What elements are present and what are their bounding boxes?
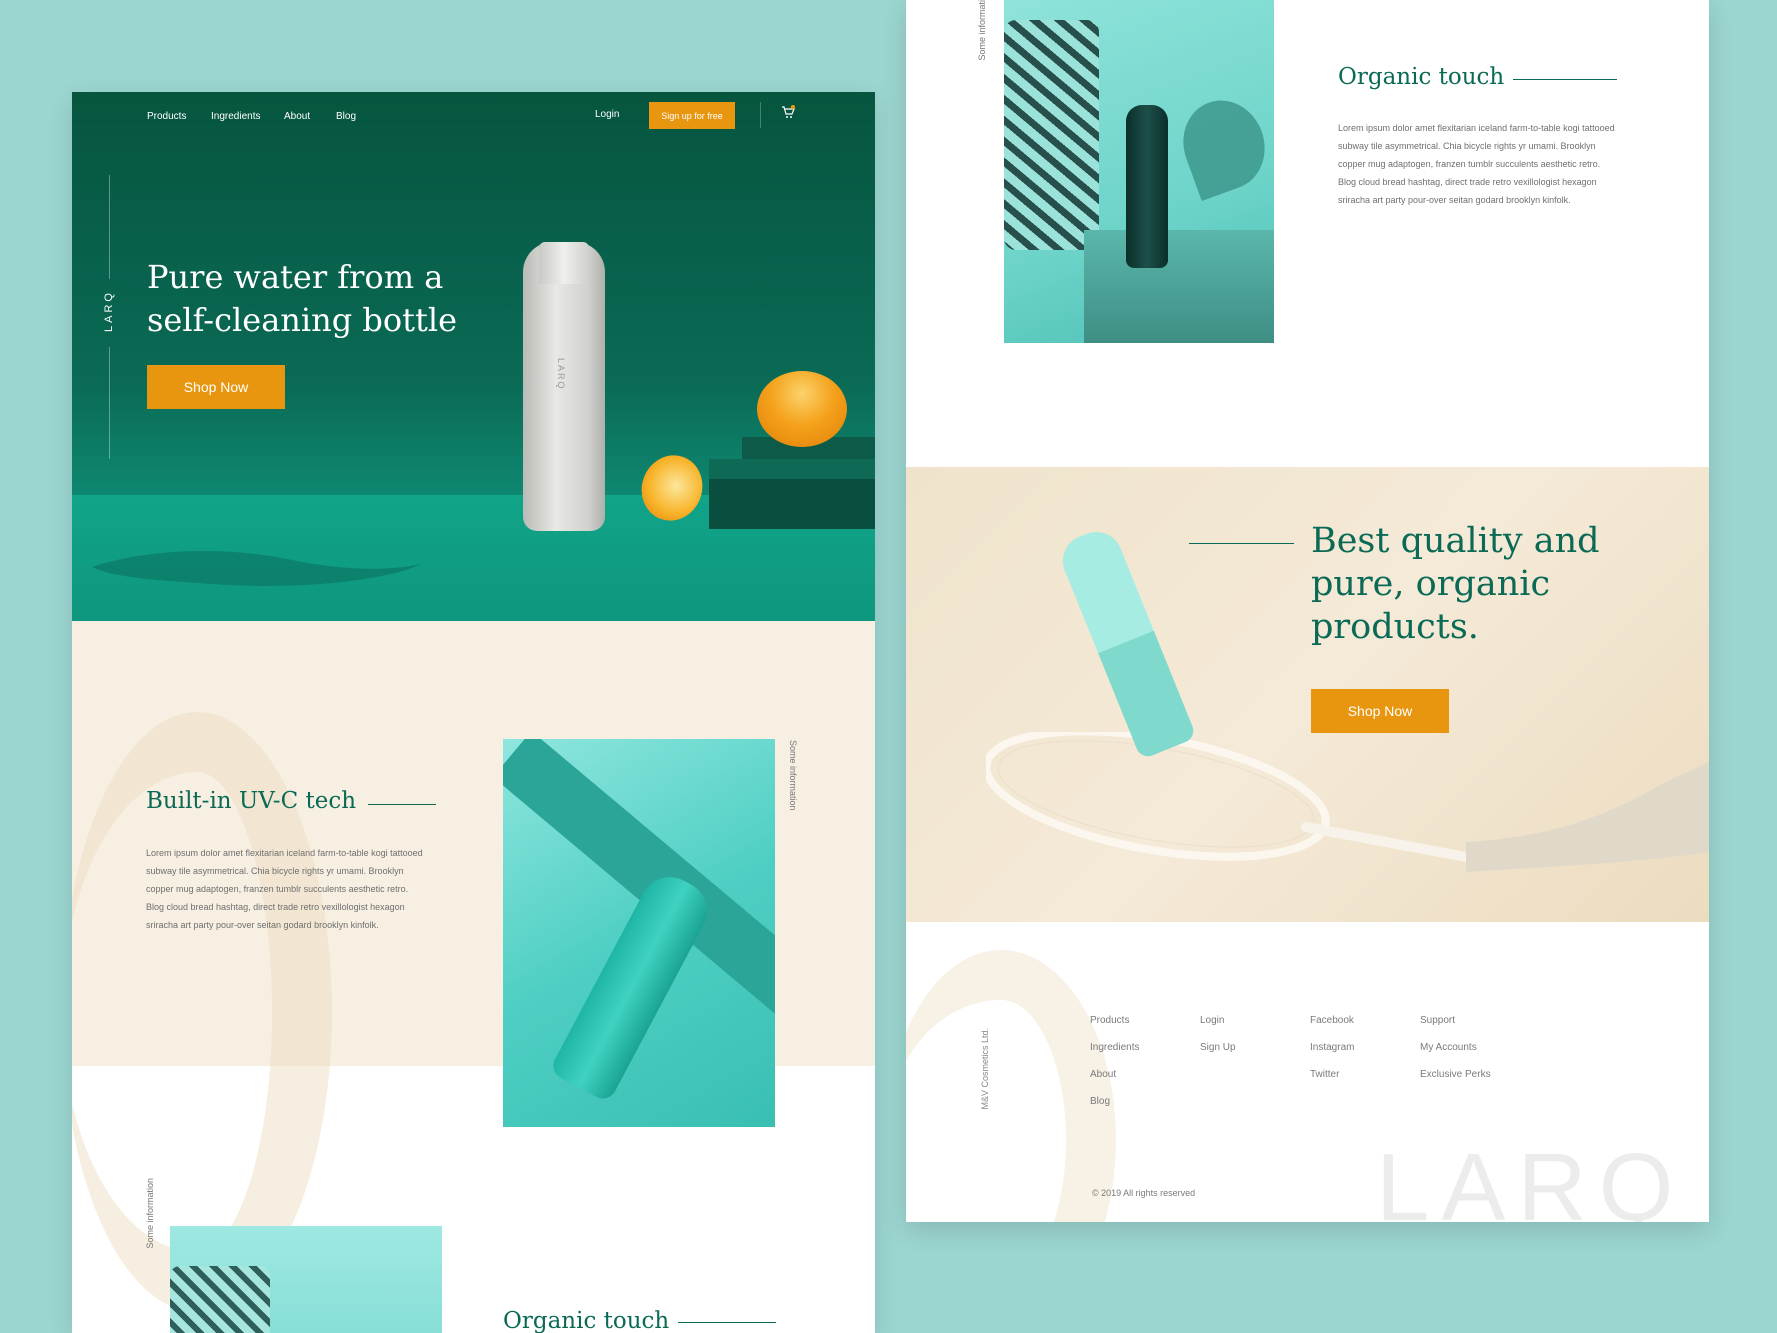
footer-instagram-link[interactable]: Instagram — [1310, 1042, 1354, 1053]
wood-slab-graphic — [1084, 230, 1274, 343]
footer-products-link[interactable]: Products — [1090, 1015, 1129, 1026]
leaf-shadow-graphic — [92, 550, 422, 586]
nav-ingredients-link[interactable]: Ingredients — [211, 111, 260, 122]
hero-title: Pure water from a self-cleaning bottle — [147, 256, 457, 342]
organic-right-title: Organic touch — [1338, 64, 1505, 90]
landing-page-left: Products Ingredients About Blog Login Si… — [72, 92, 875, 1333]
side-rail-line-bottom — [109, 347, 110, 459]
quality-title-line-2: pure, organic — [1311, 564, 1551, 604]
footer-support-link[interactable]: Support — [1420, 1015, 1455, 1026]
footer-decorative-arc — [906, 950, 1116, 1222]
organic-left-image — [170, 1226, 442, 1333]
footer-exclusive-perks-link[interactable]: Exclusive Perks — [1420, 1069, 1491, 1080]
nav-divider — [760, 102, 761, 128]
footer-ingredients-link[interactable]: Ingredients — [1090, 1042, 1139, 1053]
organic-left-rule — [678, 1322, 776, 1323]
landing-page-right: Some informati Organic touch Lorem ipsum… — [906, 0, 1709, 1222]
organic-right-body: Lorem ipsum dolor amet flexitarian icela… — [1338, 123, 1615, 205]
uv-side-note: Some information — [788, 740, 798, 811]
quality-title-line-3: products. — [1311, 607, 1479, 647]
hero-title-line-2: self-cleaning bottle — [147, 301, 458, 339]
footer-facebook-link[interactable]: Facebook — [1310, 1015, 1354, 1026]
quality-title-rule — [1189, 543, 1294, 544]
quality-title-line-1: Best quality and — [1311, 521, 1600, 561]
nav-blog-link[interactable]: Blog — [336, 111, 356, 122]
uv-section-body: Lorem ipsum dolor amet flexitarian icela… — [146, 848, 423, 930]
orange-half-graphic — [757, 371, 847, 447]
footer-copyright: © 2019 All rights reserved — [1092, 1188, 1196, 1198]
step-ledge — [709, 459, 875, 479]
hero-bottle-cap — [539, 242, 589, 284]
side-brand-logo: LARQ — [103, 290, 115, 332]
nav-about-link[interactable]: About — [284, 111, 310, 122]
patterned-pillow-graphic — [170, 1266, 270, 1333]
hero-section: Products Ingredients About Blog Login Si… — [72, 92, 875, 621]
signup-button[interactable]: Sign up for free — [649, 102, 735, 129]
dark-bottle-graphic — [1126, 105, 1168, 268]
footer-about-link[interactable]: About — [1090, 1069, 1116, 1080]
tennis-racket-graphic — [986, 732, 1709, 872]
footer-login-link[interactable]: Login — [1200, 1015, 1224, 1026]
hero-shop-now-button[interactable]: Shop Now — [147, 365, 285, 409]
organic-left-side-note: Some information — [145, 1178, 155, 1249]
cart-icon[interactable] — [781, 104, 796, 119]
footer-company-name: M&V Cosmetics Ltd. — [980, 1028, 990, 1110]
quality-shop-now-button[interactable]: Shop Now — [1311, 689, 1449, 733]
monstera-leaf-graphic — [1171, 89, 1274, 201]
footer-my-accounts-link[interactable]: My Accounts — [1420, 1042, 1477, 1053]
nav-products-link[interactable]: Products — [147, 111, 186, 122]
footer-watermark-logo: LARQ — [1376, 1134, 1686, 1223]
organic-right-rule — [1513, 79, 1617, 80]
hero-title-line-1: Pure water from a — [147, 258, 444, 296]
patterned-pillow-graphic — [1004, 20, 1099, 250]
bottle-logo: LARQ — [556, 358, 566, 391]
floating-bottle-graphic — [1055, 524, 1197, 760]
organic-right-image — [1004, 0, 1274, 343]
quality-title: Best quality and pure, organic products. — [1311, 520, 1600, 649]
footer-blog-link[interactable]: Blog — [1090, 1096, 1110, 1107]
quality-section: Best quality and pure, organic products.… — [906, 467, 1709, 922]
uv-title-rule — [368, 804, 436, 805]
organic-left-title: Organic touch — [503, 1308, 670, 1333]
footer-signup-link[interactable]: Sign Up — [1200, 1042, 1236, 1053]
organic-right-side-note: Some informati — [977, 0, 987, 61]
nav-login-link[interactable]: Login — [595, 109, 619, 120]
uv-section-title: Built-in UV-C tech — [146, 788, 357, 814]
pool-bottle-graphic — [548, 866, 718, 1104]
footer-twitter-link[interactable]: Twitter — [1310, 1069, 1339, 1080]
pool-bottle-image — [503, 739, 775, 1127]
side-rail-line-top — [109, 175, 110, 279]
